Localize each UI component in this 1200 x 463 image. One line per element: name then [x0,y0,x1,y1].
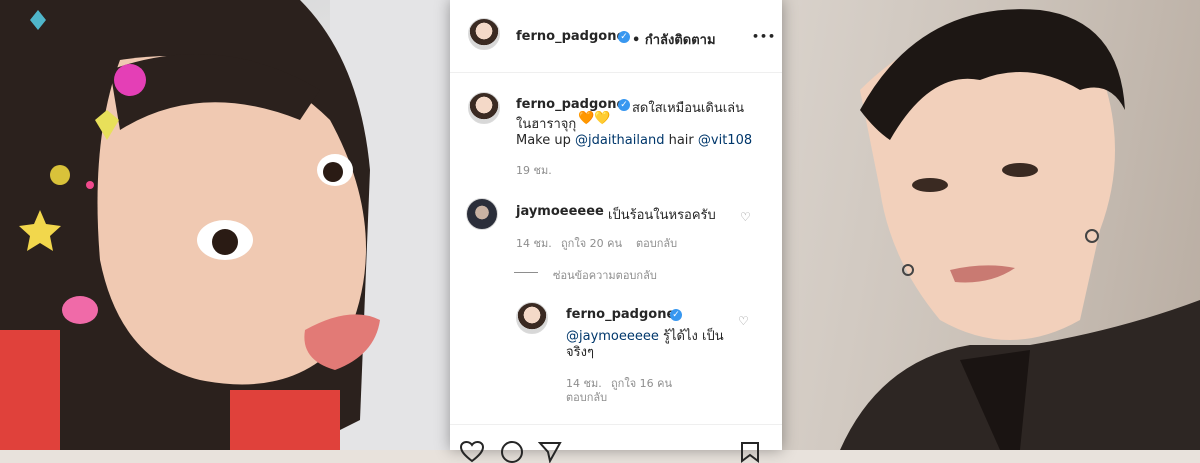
comment-username[interactable]: jaymoeeeee [516,204,604,219]
caption-hair-label: hair [668,133,694,148]
mention-jdaithailand[interactable]: @jdaithailand [575,133,664,148]
action-bar [450,424,782,463]
comment-like-icon[interactable]: ♡ [740,210,751,224]
man-photo-illustration [840,9,1200,450]
hearts-emoji: 🧡💛 [578,111,611,126]
bookmark-icon[interactable] [740,441,760,463]
reply-like-icon[interactable]: ♡ [738,314,749,328]
woman-photo-illustration [0,0,450,450]
reply-text: รู้ได้ไง เป็น [663,329,724,344]
verified-badge-icon: ✓ [670,309,682,321]
caption-avatar[interactable] [468,92,500,124]
heart-outline-icon[interactable] [460,441,484,463]
comment-time[interactable]: 14 ชม. [516,234,552,252]
caption-username[interactable]: ferno_padgone [516,97,625,112]
comment-icon[interactable] [500,441,524,463]
right-photo [780,0,1200,450]
reply-text-line2: จริงๆ [566,345,594,360]
header-username[interactable]: ferno_padgone [516,29,625,44]
left-photo [0,0,450,450]
comment-text: เป็นร้อนในหรอครับ [608,208,716,223]
verified-badge-icon: ✓ [618,99,630,111]
replies-divider-line [514,272,538,273]
caption-text-line1: สดใสเหมือนเดินเล่น [632,101,745,116]
reply-reply-button[interactable]: ตอบกลับ [566,388,607,406]
comment-avatar[interactable] [466,198,498,230]
header-avatar[interactable] [468,18,500,50]
reply-avatar[interactable] [516,302,548,334]
comment-likes[interactable]: ถูกใจ 20 คน [561,234,622,252]
comment-reply-button[interactable]: ตอบกลับ [636,234,677,252]
reply-username[interactable]: ferno_padgone [566,307,675,322]
more-options-icon[interactable]: ••• [752,30,776,43]
verified-badge-icon: ✓ [618,31,630,43]
reply-likes[interactable]: ถูกใจ 16 คน [611,374,672,392]
post-header: ferno_padgone ✓ • กำลังติดตาม ••• [450,0,782,73]
caption-text-line2: ในฮาราจุกุ [516,117,577,132]
mention-vit108[interactable]: @vit108 [698,133,752,148]
share-icon[interactable] [538,441,562,463]
caption-makeup-label: Make up [516,133,571,148]
follow-status[interactable]: • กำลังติดตาม [632,29,716,50]
caption-time[interactable]: 19 ชม. [516,161,552,179]
hide-replies-button[interactable]: ซ่อนข้อความตอบกลับ [553,266,657,284]
caption-text-line3: Make up @jdaithailand hair @vit108 [516,133,752,148]
instagram-post-panel: ferno_padgone ✓ • กำลังติดตาม ••• ferno_… [450,0,782,463]
